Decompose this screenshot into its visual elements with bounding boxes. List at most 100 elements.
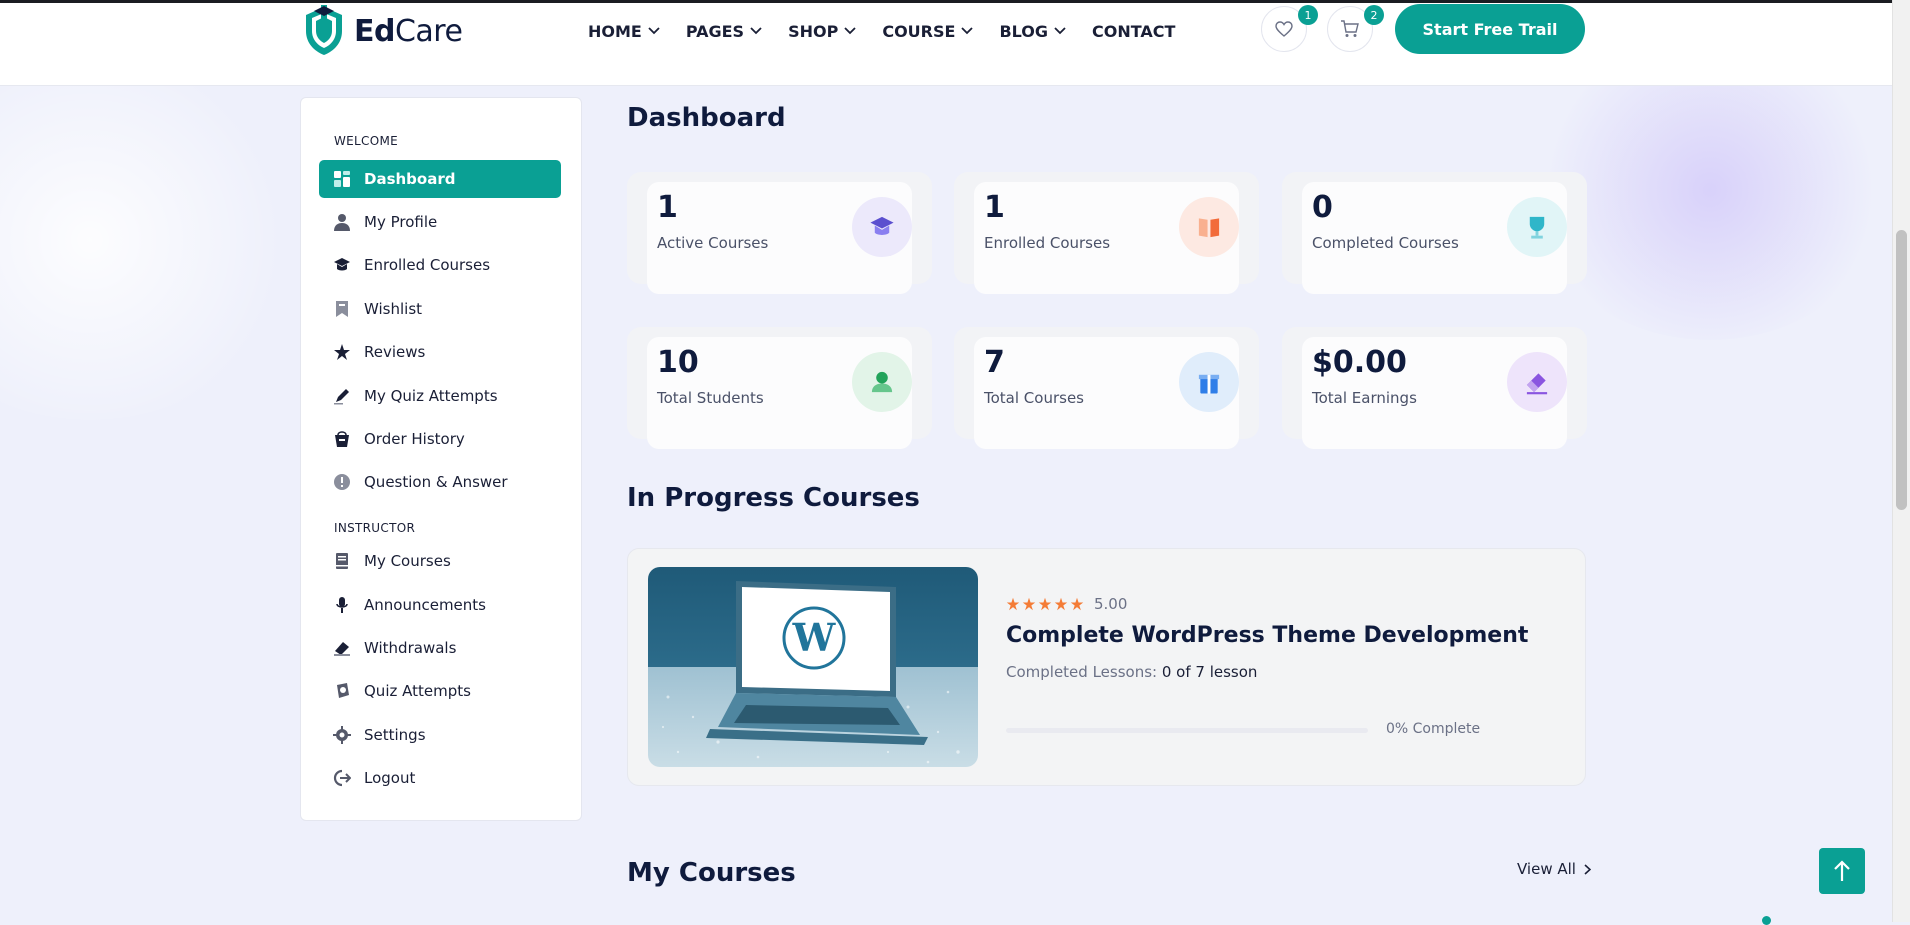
nav-shop[interactable]: SHOP: [788, 22, 856, 41]
site-header: EdCare HOME PAGES SHOP COURSE BLOG CONTA…: [0, 3, 1892, 86]
sidebar-item-label: Withdrawals: [364, 639, 457, 657]
star-icon: [334, 344, 350, 360]
logo-shield-icon: [306, 5, 342, 55]
sidebar-item-label: Quiz Attempts: [364, 682, 471, 700]
info-icon: [334, 474, 350, 490]
nav-home[interactable]: HOME: [588, 22, 660, 41]
sidebar-item-label: Logout: [364, 769, 416, 787]
arrow-up-icon: [1834, 860, 1850, 881]
dashboard-title: Dashboard: [627, 103, 786, 133]
chevron-down-icon: [844, 27, 856, 35]
nav-blog[interactable]: BLOG: [999, 22, 1066, 41]
sidebar-item-reviews[interactable]: Reviews: [319, 333, 561, 371]
money-icon: [334, 642, 350, 656]
course-lessons: Completed Lessons: 0 of 7 lesson: [1006, 663, 1257, 681]
wishlist-count-badge: 1: [1298, 5, 1318, 25]
sidebar-item-question-answer[interactable]: Question & Answer: [319, 463, 561, 501]
heart-icon: [1275, 21, 1293, 37]
scroll-to-top-button[interactable]: [1819, 848, 1865, 894]
stat-card-total-earnings: $0.00 Total Earnings: [1282, 327, 1587, 449]
sidebar-item-quiz-attempts[interactable]: Quiz Attempts: [319, 672, 561, 710]
stat-value: 7: [984, 345, 1005, 380]
stat-label: Total Courses: [984, 389, 1084, 407]
star-icon: [1054, 597, 1068, 611]
gift-box-icon: [1179, 352, 1239, 412]
chevron-down-icon: [750, 27, 762, 35]
star-icon: [1038, 597, 1052, 611]
page-scrollbar[interactable]: [1892, 0, 1910, 922]
bookmark-icon: [336, 301, 348, 317]
sidebar-item-label: Enrolled Courses: [364, 256, 491, 274]
sidebar-item-label: My Profile: [364, 213, 438, 231]
open-book-icon: [1179, 197, 1239, 257]
stat-label: Completed Courses: [1312, 234, 1459, 252]
chevron-down-icon: [961, 27, 974, 35]
sidebar-item-settings[interactable]: Settings: [319, 716, 561, 754]
star-icon: [1022, 597, 1036, 611]
microphone-icon: [336, 597, 348, 613]
stat-label: Total Earnings: [1312, 389, 1417, 407]
decorative-dot: [1762, 916, 1771, 925]
sidebar-item-announcements[interactable]: Announcements: [319, 586, 561, 624]
cart-icon: [1341, 20, 1359, 37]
in-progress-course-card[interactable]: W 5.00 Complete WordPress Theme Developm…: [627, 548, 1586, 786]
sidebar-item-my-profile[interactable]: My Profile: [319, 203, 561, 241]
scrollbar-thumb[interactable]: [1896, 230, 1907, 510]
nav-pages[interactable]: PAGES: [686, 22, 762, 41]
main-nav: HOME PAGES SHOP COURSE BLOG CONTACT: [588, 3, 1175, 59]
stat-card-active-courses: 1 Active Courses: [627, 172, 932, 294]
trophy-icon: [1507, 197, 1567, 257]
sidebar-item-withdrawals[interactable]: Withdrawals: [319, 629, 561, 667]
progress-text: 0% Complete: [1386, 721, 1481, 737]
my-courses-title: My Courses: [627, 858, 796, 888]
gear-icon: [333, 726, 351, 744]
sidebar-item-label: Announcements: [364, 596, 486, 614]
stat-value: 0: [1312, 190, 1333, 225]
nav-contact[interactable]: CONTACT: [1092, 22, 1175, 41]
sidebar-item-dashboard[interactable]: Dashboard: [319, 160, 561, 198]
stat-label: Active Courses: [657, 234, 769, 252]
rating-value: 5.00: [1094, 595, 1128, 613]
sidebar-item-label: My Courses: [364, 552, 451, 570]
cart-button[interactable]: 2: [1327, 5, 1384, 52]
brand-logo[interactable]: EdCare: [302, 3, 463, 59]
start-free-trial-button[interactable]: Start Free Trail: [1395, 4, 1585, 54]
course-rating: 5.00: [1006, 595, 1127, 613]
stat-value: 1: [984, 190, 1005, 225]
user-icon: [334, 214, 350, 231]
eraser-icon: [1507, 352, 1567, 412]
in-progress-title: In Progress Courses: [627, 483, 920, 513]
chevron-down-icon: [1054, 27, 1066, 35]
sidebar-item-my-courses[interactable]: My Courses: [319, 542, 561, 580]
star-icon: [1070, 597, 1084, 611]
book-icon: [336, 553, 348, 569]
stat-card-total-students: 10 Total Students: [627, 327, 932, 449]
wishlist-button[interactable]: 1: [1261, 5, 1318, 52]
pencil-icon: [334, 389, 349, 405]
sidebar-item-my-quiz-attempts[interactable]: My Quiz Attempts: [319, 377, 561, 415]
brand-name: EdCare: [354, 13, 463, 49]
sidebar-item-order-history[interactable]: Order History: [319, 420, 561, 458]
stat-value: 10: [657, 345, 699, 380]
chevron-down-icon: [648, 27, 660, 35]
lessons-value: 0 of 7 lesson: [1161, 663, 1258, 681]
stat-value: 1: [657, 190, 678, 225]
quiz-icon: [337, 683, 349, 698]
nav-course[interactable]: COURSE: [882, 22, 974, 41]
lessons-label: Completed Lessons:: [1006, 663, 1158, 681]
chevron-right-icon: [1584, 863, 1591, 875]
view-all-link[interactable]: View All: [1517, 860, 1591, 878]
sidebar-item-label: Question & Answer: [364, 473, 508, 491]
sidebar-item-logout[interactable]: Logout: [319, 759, 561, 797]
sidebar-item-wishlist[interactable]: Wishlist: [319, 290, 561, 328]
svg-text:W: W: [792, 615, 837, 660]
stat-card-completed-courses: 0 Completed Courses: [1282, 172, 1587, 294]
course-thumbnail[interactable]: W: [648, 567, 978, 767]
sidebar-item-enrolled-courses[interactable]: Enrolled Courses: [319, 246, 561, 284]
stat-label: Total Students: [657, 389, 764, 407]
star-icon: [1006, 597, 1020, 611]
sidebar-item-label: Wishlist: [364, 300, 423, 318]
course-title[interactable]: Complete WordPress Theme Development: [1006, 623, 1528, 648]
graduation-cap-icon: [852, 197, 912, 257]
cart-count-badge: 2: [1364, 5, 1384, 25]
